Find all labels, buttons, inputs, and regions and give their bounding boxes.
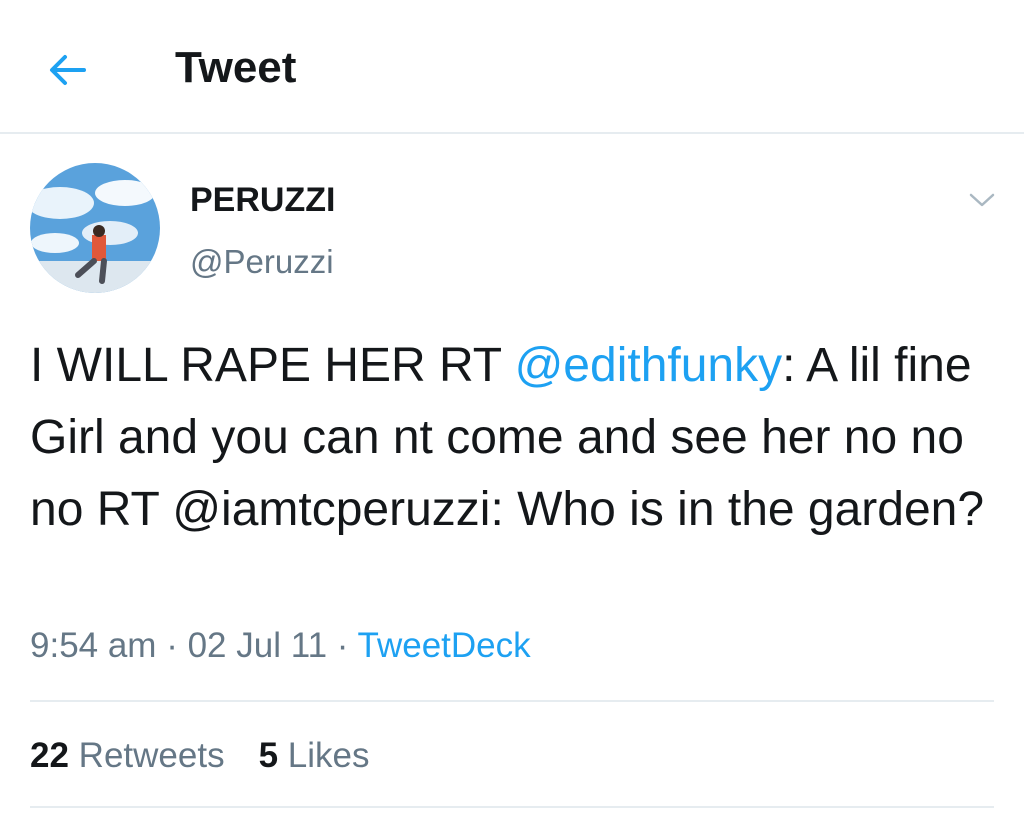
likes-label: Likes [287,736,370,775]
tweet-text-part: I WILL RAPE HER RT [30,339,515,392]
tweet-date: 02 Jul 11 [187,626,328,665]
tweet-source-link[interactable]: TweetDeck [358,626,531,665]
top-bar: Tweet [0,0,1024,134]
author-handle[interactable]: @Peruzzi [190,240,334,284]
tweet-detail-screen: Tweet PERUZZI @Peruzzi I WILL RAPE HER R… [0,0,1024,819]
likes-stat[interactable]: 5 Likes [259,732,370,780]
meta-separator: · [327,626,358,665]
retweets-count: 22 [30,736,69,775]
avatar-image [30,163,160,293]
likes-count: 5 [258,736,279,775]
avatar[interactable] [30,163,160,293]
retweets-stat[interactable]: 22 Retweets [30,732,225,780]
tweet-meta: 9:54 am · 02 Jul 11 · TweetDeck [30,622,531,670]
engagement-stats: 22 Retweets 5 Likes [30,732,370,780]
retweets-label: Retweets [78,736,225,775]
author-display-name[interactable]: PERUZZI [190,178,335,222]
meta-separator: · [156,626,188,665]
arrow-left-icon [50,55,86,85]
page-title: Tweet [175,43,297,92]
chevron-down-icon [969,193,995,207]
tweet-text: I WILL RAPE HER RT @edithfunky: A lil fi… [30,330,1000,546]
divider [30,700,994,702]
tweet-time: 9:54 am [30,626,157,665]
divider [30,806,994,808]
back-button[interactable] [40,42,96,98]
mention-link[interactable]: @edithfunky [515,339,783,392]
tweet-options-button[interactable] [962,182,1002,218]
